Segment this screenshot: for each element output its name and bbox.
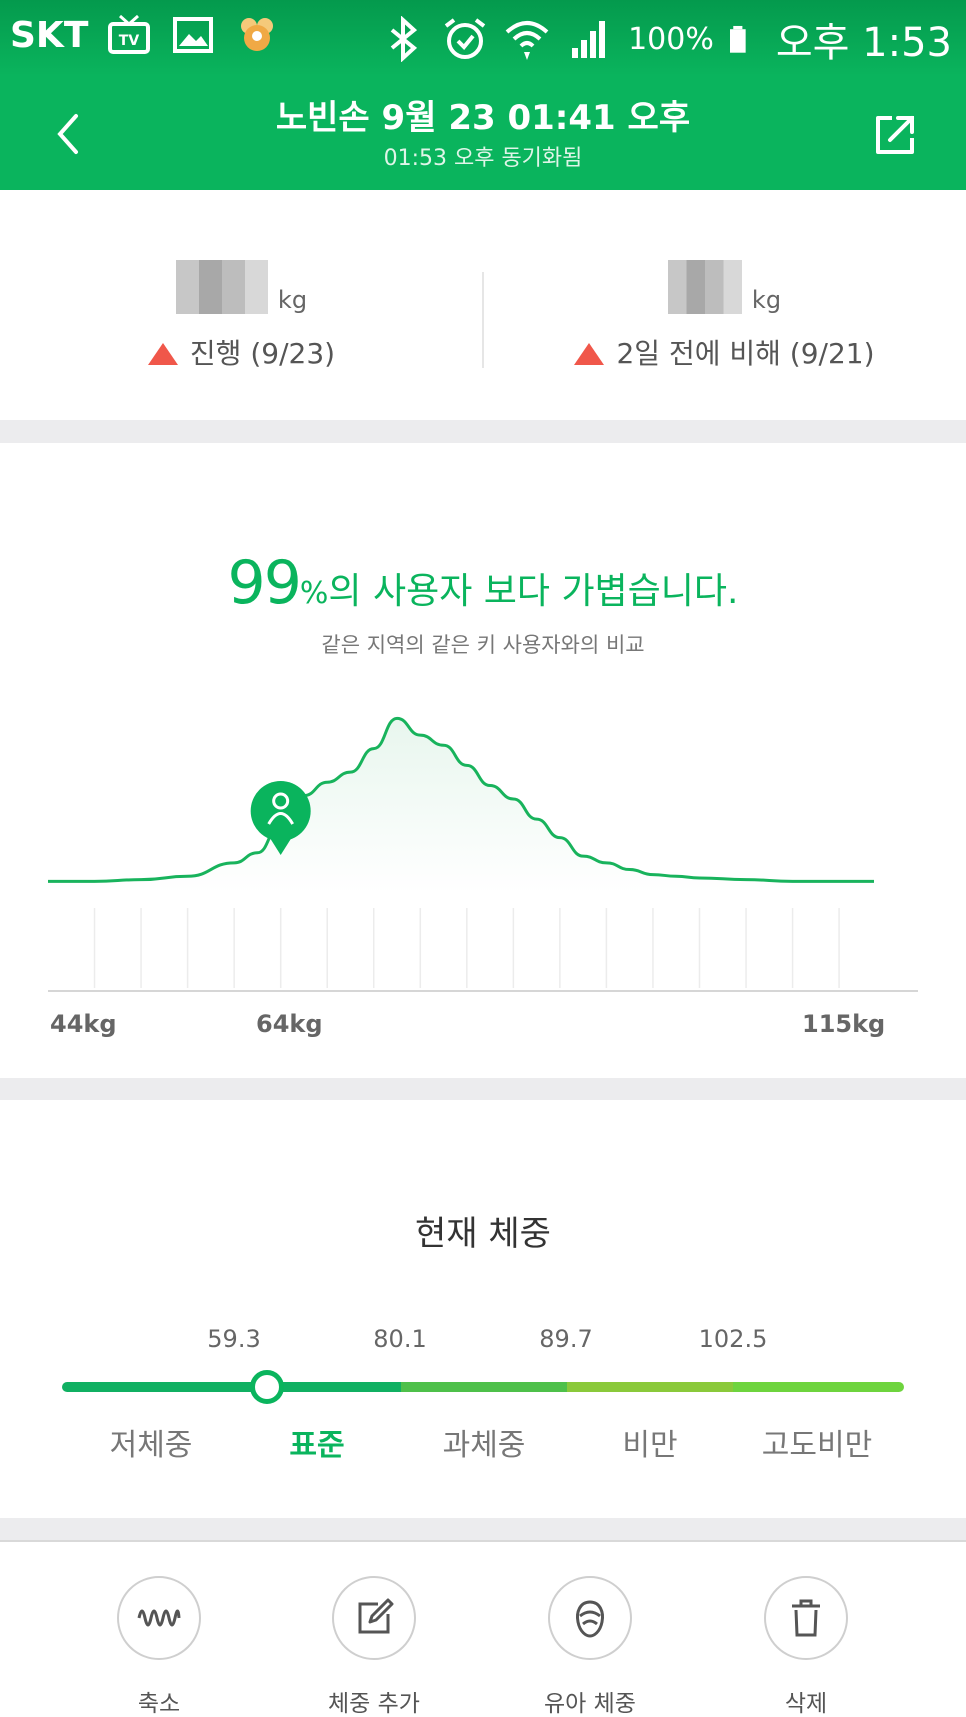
- blurred-weight-value: [175, 260, 268, 314]
- clock: 오후 1:53: [775, 20, 952, 66]
- category-label: 저체중: [109, 1428, 193, 1463]
- unit-label: kg: [277, 286, 308, 314]
- threshold-label: 102.5: [698, 1325, 768, 1353]
- change-label: 2일 전에 비해 (9/21): [616, 337, 875, 370]
- app-icon: [241, 18, 274, 51]
- section-gap: [0, 420, 966, 443]
- action-label: 축소: [137, 1691, 181, 1717]
- alarm-icon: [444, 18, 486, 59]
- trash-icon: [792, 1599, 820, 1637]
- category-label-active: 표준: [289, 1428, 345, 1463]
- distribution-chart: [48, 716, 918, 992]
- weight-change-summary: kg 2일 전에 비해 (9/21): [483, 260, 966, 372]
- collapse-button[interactable]: 축소: [69, 1576, 249, 1717]
- distribution-area: [48, 718, 874, 893]
- sync-status: 01:53 오후 동기화됨: [383, 146, 583, 171]
- battery-percent: 100%: [628, 21, 714, 57]
- tv-icon: TV: [108, 14, 151, 54]
- delete-button[interactable]: 삭제: [716, 1576, 896, 1717]
- battery-icon: [729, 25, 746, 53]
- action-label: 유아 체중: [544, 1691, 636, 1717]
- threshold-label: 89.7: [539, 1325, 593, 1353]
- current-weight-summary: kg 진행 (9/23): [0, 260, 483, 372]
- app-header: 노빈손 9월 23 01:41 오후 01:53 오후 동기화됨: [0, 76, 966, 190]
- section-gap: [0, 1518, 966, 1540]
- action-label: 삭제: [784, 1691, 828, 1717]
- section-title: 현재 체중: [415, 1214, 551, 1254]
- unit-label: kg: [751, 286, 782, 314]
- blurred-change-value: [667, 260, 742, 314]
- weight-summary: kg 진행 (9/23) kg 2일 전에 비해 (9/21): [0, 190, 966, 420]
- bmi-bar-segment: [733, 1382, 904, 1392]
- baby-icon: [576, 1600, 604, 1638]
- add-weight-button[interactable]: 체중 추가: [284, 1576, 464, 1717]
- signal-icon: [572, 21, 606, 58]
- change-label: 진행 (9/23): [189, 337, 336, 370]
- share-icon[interactable]: [866, 104, 926, 164]
- wave-icon: [137, 1609, 181, 1627]
- category-label: 과체중: [442, 1428, 526, 1463]
- bmi-bar-segment: [62, 1382, 401, 1392]
- carrier-label: SKT: [10, 14, 89, 56]
- baby-weight-button[interactable]: 유아 체중: [500, 1576, 680, 1717]
- increase-arrow-icon: [147, 343, 178, 365]
- category-label: 고도비만: [761, 1428, 873, 1463]
- threshold-label: 59.3: [207, 1325, 261, 1353]
- gallery-icon: [173, 17, 214, 53]
- edit-icon: [358, 1598, 394, 1634]
- bmi-bar-segment: [401, 1382, 567, 1392]
- section-gap: [0, 1078, 966, 1100]
- current-weight-section: 현재 체중 59.3 80.1 89.7 102.5 저체중 표준 과체중 비만…: [0, 1100, 966, 1518]
- current-weight-marker: [250, 1370, 284, 1404]
- action-bar: 축소 체중 추가 유아 체중 삭제: [0, 1540, 966, 1717]
- svg-text:TV: TV: [119, 33, 140, 49]
- increase-arrow-icon: [574, 343, 605, 365]
- action-label: 체중 추가: [328, 1691, 420, 1717]
- wifi-icon: [505, 21, 549, 60]
- x-label-user: 64kg: [256, 1010, 323, 1038]
- category-label: 비만: [622, 1428, 678, 1463]
- weight-distribution: 99%의 사용자 보다 가볍습니다. 같은 지역의 같은 키 사용자와의 비교 …: [0, 443, 966, 1078]
- x-label-min: 44kg: [50, 1010, 117, 1038]
- bluetooth-icon: [390, 16, 418, 62]
- x-label-max: 115kg: [802, 1010, 886, 1038]
- threshold-label: 80.1: [373, 1325, 427, 1353]
- status-bar: SKT TV 100% 오후 1:53: [0, 0, 966, 76]
- page-title: 노빈손 9월 23 01:41 오후: [275, 98, 691, 138]
- bmi-bar-segment: [567, 1382, 733, 1392]
